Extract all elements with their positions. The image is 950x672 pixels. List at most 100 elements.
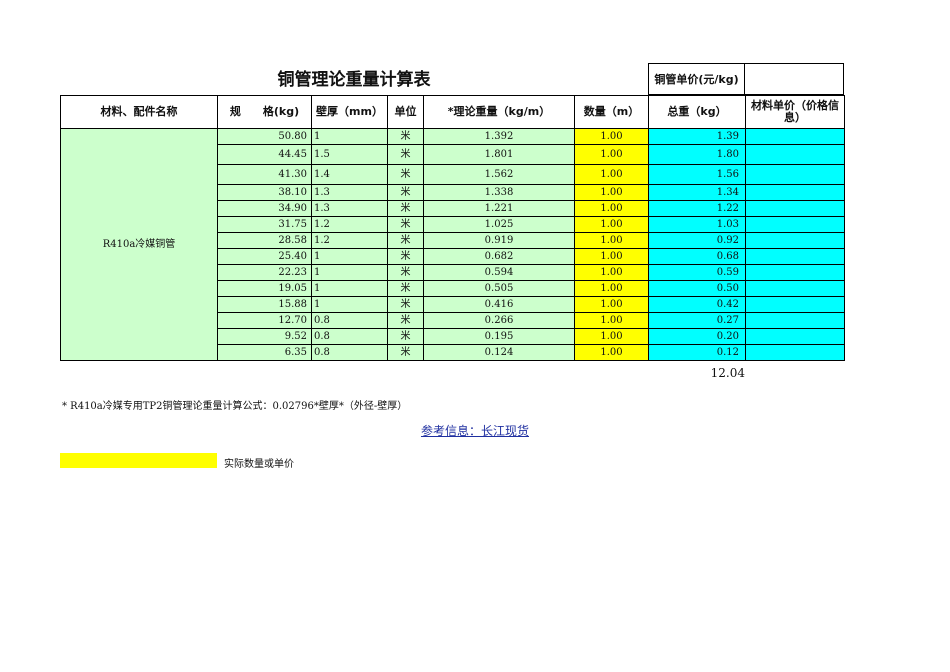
price-cell[interactable] — [745, 232, 845, 249]
total-weight-cell: 1.03 — [648, 216, 746, 233]
total-weight-cell: 1.22 — [648, 200, 746, 217]
price-cell[interactable] — [745, 344, 845, 361]
thickness-cell: 1 — [311, 248, 388, 265]
price-cell[interactable] — [745, 248, 845, 265]
theory-weight-cell: 1.025 — [423, 216, 575, 233]
total-weight-cell: 0.42 — [648, 296, 746, 313]
quantity-cell[interactable]: 1.00 — [574, 164, 649, 185]
header-unit: 单位 — [387, 95, 424, 129]
theory-weight-cell: 1.801 — [423, 144, 575, 165]
thickness-cell: 1.3 — [311, 200, 388, 217]
quantity-cell[interactable]: 1.00 — [574, 216, 649, 233]
price-cell[interactable] — [745, 144, 845, 165]
quantity-cell[interactable]: 1.00 — [574, 128, 649, 145]
total-weight-cell: 0.68 — [648, 248, 746, 265]
header-thickness: 壁厚（mm） — [311, 95, 388, 129]
total-weight-cell: 0.59 — [648, 264, 746, 281]
legend-text: 实际数量或单价 — [224, 459, 294, 470]
unit-cell: 米 — [387, 232, 424, 249]
spec-cell: 12.70 — [217, 312, 312, 329]
unit-cell: 米 — [387, 312, 424, 329]
quantity-cell[interactable]: 1.00 — [574, 144, 649, 165]
unit-price-input-cell[interactable] — [745, 63, 844, 95]
thickness-cell: 0.8 — [311, 328, 388, 345]
thickness-cell: 1.2 — [311, 216, 388, 233]
price-cell[interactable] — [745, 312, 845, 329]
price-cell[interactable] — [745, 200, 845, 217]
quantity-cell[interactable]: 1.00 — [574, 264, 649, 281]
thickness-cell: 0.8 — [311, 312, 388, 329]
price-cell[interactable] — [745, 164, 845, 185]
spec-cell: 22.23 — [217, 264, 312, 281]
unit-cell: 米 — [387, 344, 424, 361]
total-weight-cell: 0.12 — [648, 344, 746, 361]
spec-cell: 19.05 — [217, 280, 312, 297]
header-spec: 规 格(kg) — [217, 95, 312, 129]
unit-cell: 米 — [387, 280, 424, 297]
price-cell[interactable] — [745, 280, 845, 297]
unit-cell: 米 — [387, 296, 424, 313]
unit-cell: 米 — [387, 264, 424, 281]
thickness-cell: 1.2 — [311, 232, 388, 249]
quantity-cell[interactable]: 1.00 — [574, 280, 649, 297]
reference-link[interactable]: 参考信息：长江现货 — [0, 422, 950, 439]
theory-weight-cell: 1.392 — [423, 128, 575, 145]
total-weight-cell: 1.34 — [648, 184, 746, 201]
quantity-cell[interactable]: 1.00 — [574, 312, 649, 329]
sheet-title: 铜管理论重量计算表 — [277, 70, 431, 90]
spec-cell: 50.80 — [217, 128, 312, 145]
quantity-cell[interactable]: 1.00 — [574, 184, 649, 201]
quantity-cell[interactable]: 1.00 — [574, 344, 649, 361]
formula-note: * R410a冷媒专用TP2铜管理论重量计算公式：0.02796*壁厚*（外径-… — [62, 401, 408, 412]
total-weight-cell: 1.39 — [648, 128, 746, 145]
legend-swatch — [60, 453, 217, 468]
price-cell[interactable] — [745, 328, 845, 345]
spec-cell: 9.52 — [217, 328, 312, 345]
unit-cell: 米 — [387, 144, 424, 165]
theory-weight-cell: 0.195 — [423, 328, 575, 345]
theory-weight-cell: 0.266 — [423, 312, 575, 329]
quantity-cell[interactable]: 1.00 — [574, 296, 649, 313]
price-cell[interactable] — [745, 216, 845, 233]
header-material-price: 材料单价（价格信息） — [745, 95, 845, 129]
price-cell[interactable] — [745, 184, 845, 201]
theory-weight-cell: 0.505 — [423, 280, 575, 297]
quantity-cell[interactable]: 1.00 — [574, 248, 649, 265]
unit-cell: 米 — [387, 184, 424, 201]
header-quantity: 数量（m） — [574, 95, 649, 129]
spec-cell: 34.90 — [217, 200, 312, 217]
header-theory-weight: *理论重量（kg/m） — [423, 95, 575, 129]
spec-cell: 25.40 — [217, 248, 312, 265]
thickness-cell: 1.5 — [311, 144, 388, 165]
total-weight-cell: 1.56 — [648, 164, 746, 185]
total-weight-cell: 0.27 — [648, 312, 746, 329]
spec-cell: 15.88 — [217, 296, 312, 313]
total-weight-cell: 0.20 — [648, 328, 746, 345]
theory-weight-cell: 1.338 — [423, 184, 575, 201]
unit-cell: 米 — [387, 328, 424, 345]
material-name-cell: R410a冷媒铜管 — [60, 128, 218, 361]
unit-cell: 米 — [387, 200, 424, 217]
unit-cell: 米 — [387, 216, 424, 233]
quantity-cell[interactable]: 1.00 — [574, 200, 649, 217]
quantity-cell[interactable]: 1.00 — [574, 232, 649, 249]
theory-weight-cell: 0.682 — [423, 248, 575, 265]
thickness-cell: 1 — [311, 128, 388, 145]
price-cell[interactable] — [745, 128, 845, 145]
theory-weight-cell: 0.594 — [423, 264, 575, 281]
thickness-cell: 0.8 — [311, 344, 388, 361]
theory-weight-cell: 1.221 — [423, 200, 575, 217]
weight-table: 材料、配件名称 规 格(kg) 壁厚（mm） 单位 *理论重量（kg/m） 数量… — [60, 95, 845, 361]
header-material: 材料、配件名称 — [60, 95, 218, 129]
theory-weight-cell: 0.124 — [423, 344, 575, 361]
table-row: R410a冷媒铜管 50.80 1 米 1.392 1.00 1.39 — [60, 128, 845, 361]
sum-total: 12.04 — [710, 366, 745, 380]
theory-weight-cell: 0.919 — [423, 232, 575, 249]
total-weight-cell: 0.92 — [648, 232, 746, 249]
quantity-cell[interactable]: 1.00 — [574, 328, 649, 345]
thickness-cell: 1 — [311, 296, 388, 313]
price-cell[interactable] — [745, 296, 845, 313]
spec-cell: 44.45 — [217, 144, 312, 165]
theory-weight-cell: 0.416 — [423, 296, 575, 313]
price-cell[interactable] — [745, 264, 845, 281]
